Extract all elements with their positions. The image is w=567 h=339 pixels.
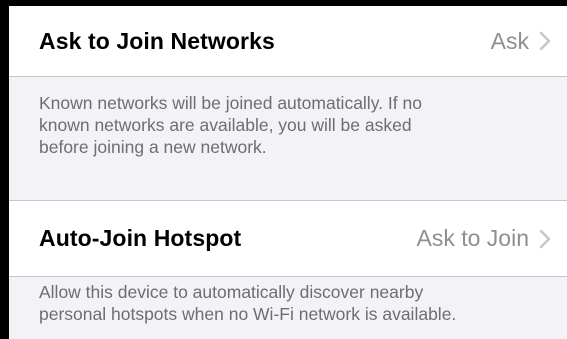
auto-join-hotspot-value: Ask to Join xyxy=(416,225,530,251)
auto-join-hotspot-label: Auto-Join Hotspot xyxy=(39,225,242,251)
ask-to-join-networks-row[interactable]: Ask to Join Networks Ask xyxy=(9,6,567,76)
section-separator xyxy=(9,76,567,77)
auto-join-hotspot-footer: Allow this device to automatically disco… xyxy=(39,282,457,324)
ask-to-join-footer: Known networks will be joined automatica… xyxy=(39,93,422,157)
ask-to-join-networks-value: Ask xyxy=(490,27,529,54)
section-separator xyxy=(9,276,567,277)
chevron-right-icon xyxy=(539,31,551,51)
auto-join-hotspot-row[interactable]: Auto-Join Hotspot Ask to Join xyxy=(9,200,567,276)
chevron-right-icon xyxy=(539,229,551,248)
ask-to-join-networks-label: Ask to Join Networks xyxy=(39,27,275,54)
settings-screen: Ask to Join Networks Ask Known networks … xyxy=(9,6,567,339)
